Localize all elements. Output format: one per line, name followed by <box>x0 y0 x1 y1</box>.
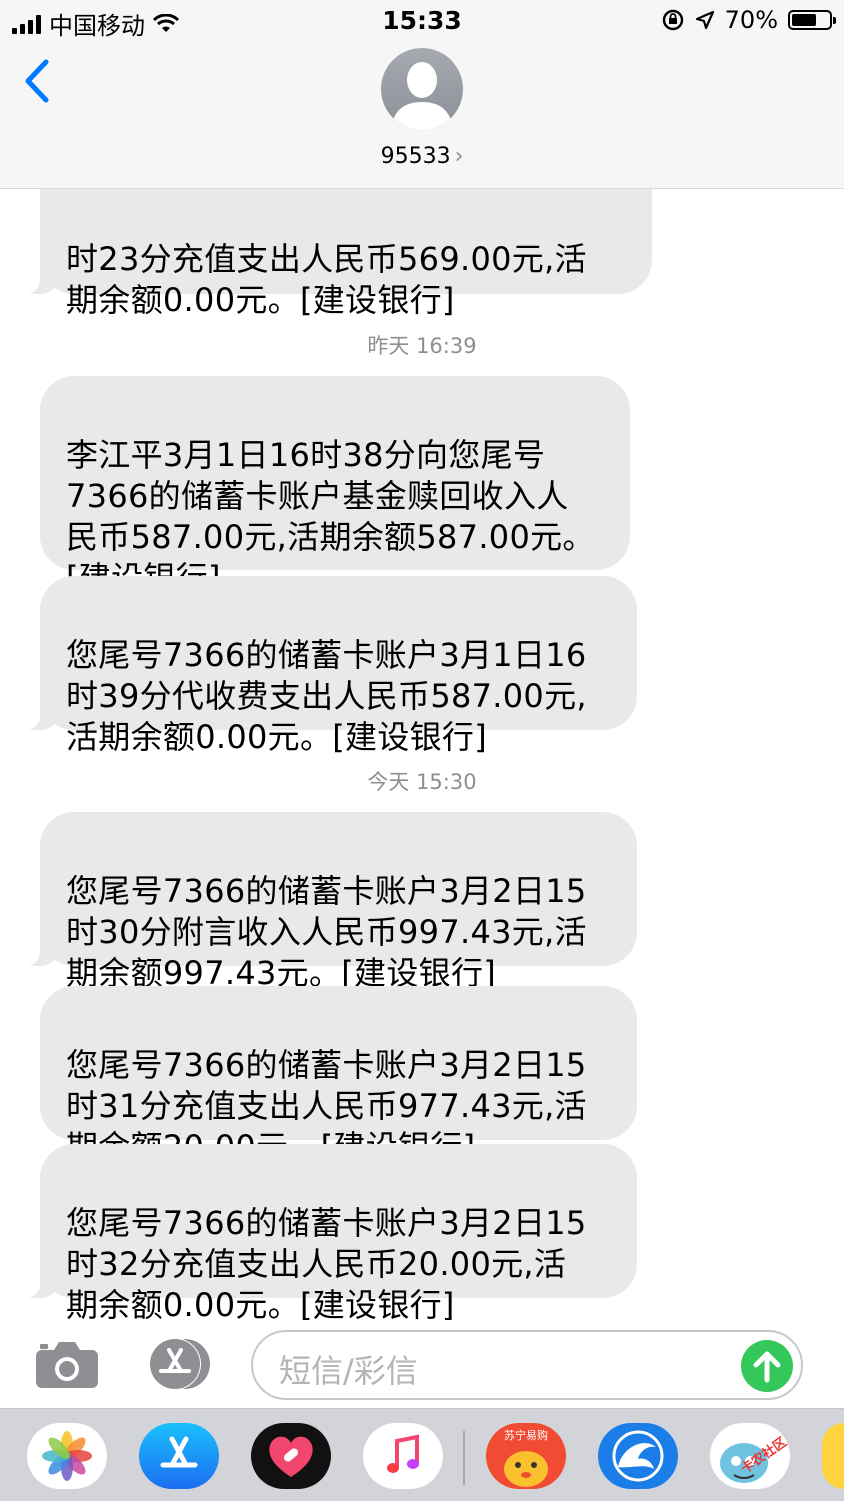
app-store-icon <box>160 1436 198 1468</box>
dock-app-heart[interactable] <box>251 1423 331 1489</box>
message-text: 时23分充值支出人民币569.00元,活 期余额0.00元。[建设银行] <box>66 240 587 319</box>
photos-icon <box>42 1431 92 1481</box>
dock-app-kanong[interactable]: 卡农社区 <box>710 1423 790 1489</box>
message-thread[interactable]: 时23分充值支出人民币569.00元,活 期余额0.00元。[建设银行] 昨天 … <box>0 0 844 1320</box>
timestamp: 今天 15:30 <box>367 770 477 794</box>
timestamp: 昨天 16:39 <box>367 334 477 358</box>
battery-percent: 70% <box>724 6 778 34</box>
dock-separator <box>463 1431 465 1485</box>
status-bar: 中国移动 15:33 70% <box>0 0 844 44</box>
app-dock: 苏宁易购 卡农社区 <box>0 1408 844 1501</box>
suning-label: 苏宁易购 <box>504 1428 548 1442</box>
message-bubble[interactable]: 您尾号7366的储蓄卡账户3月2日15 时32分充值支出人民币20.00元,活 … <box>20 1144 637 1320</box>
person-silhouette-icon <box>391 62 453 130</box>
message-placeholder: 短信/彩信 <box>279 1352 418 1390</box>
music-icon <box>387 1434 419 1473</box>
conversation-header: 中国移动 15:33 70% 95533 › <box>0 0 844 189</box>
camera-icon <box>36 1342 98 1388</box>
heart-app-icon <box>269 1436 313 1477</box>
app-drawer-button[interactable] <box>143 1337 213 1390</box>
rotation-lock-icon <box>662 9 683 31</box>
contact-avatar[interactable] <box>381 48 463 130</box>
message-bubble[interactable]: 您尾号7366的储蓄卡账户3月1日16 时39分代收费支出人民币587.00元,… <box>20 576 637 756</box>
message-text: 您尾号7366的储蓄卡账户3月1日16 时39分代收费支出人民币587.00元,… <box>66 636 587 756</box>
dock-app-partial[interactable] <box>822 1423 844 1489</box>
chevron-right-icon: › <box>454 144 464 169</box>
dock-app-appstore[interactable] <box>139 1423 219 1489</box>
message-bubble[interactable]: 您尾号7366的储蓄卡账户3月2日15 时31分充值支出人民币977.43元,活… <box>40 986 637 1166</box>
arrow-up-icon <box>753 1351 781 1383</box>
message-text: 您尾号7366的储蓄卡账户3月2日15 时30分附言收入人民币997.43元,活… <box>66 872 587 992</box>
message-bubble[interactable]: 李江平3月1日16时38分向您尾号 7366的储蓄卡账户基金赎回收入人 民币58… <box>40 376 630 597</box>
chevron-left-icon <box>25 59 49 103</box>
camera-button[interactable] <box>34 1340 100 1394</box>
message-input[interactable]: 短信/彩信 <box>251 1330 803 1400</box>
suning-icon: 苏宁易购 <box>504 1428 548 1487</box>
contact-name[interactable]: 95533 › <box>0 144 844 169</box>
app-store-icon <box>149 1338 210 1390</box>
back-button[interactable] <box>22 56 52 110</box>
dock-app-music[interactable] <box>363 1423 443 1489</box>
dolphin-icon <box>612 1430 664 1482</box>
dock-app-dolphin[interactable] <box>598 1423 678 1489</box>
kanong-icon: 卡农社区 <box>720 1434 790 1483</box>
compose-bar: 短信/彩信 <box>0 1322 844 1408</box>
dock-app-suning[interactable]: 苏宁易购 <box>486 1423 566 1489</box>
send-button[interactable] <box>741 1340 793 1392</box>
message-text: 您尾号7366的储蓄卡账户3月2日15 时32分充值支出人民币20.00元,活 … <box>66 1204 587 1320</box>
message-bubble[interactable]: 您尾号7366的储蓄卡账户3月2日15 时30分附言收入人民币997.43元,活… <box>20 812 637 992</box>
battery-icon <box>788 10 836 30</box>
message-text: 李江平3月1日16时38分向您尾号 7366的储蓄卡账户基金赎回收入人 民币58… <box>66 436 595 597</box>
location-icon <box>695 10 714 30</box>
dock-app-photos[interactable] <box>27 1423 107 1489</box>
